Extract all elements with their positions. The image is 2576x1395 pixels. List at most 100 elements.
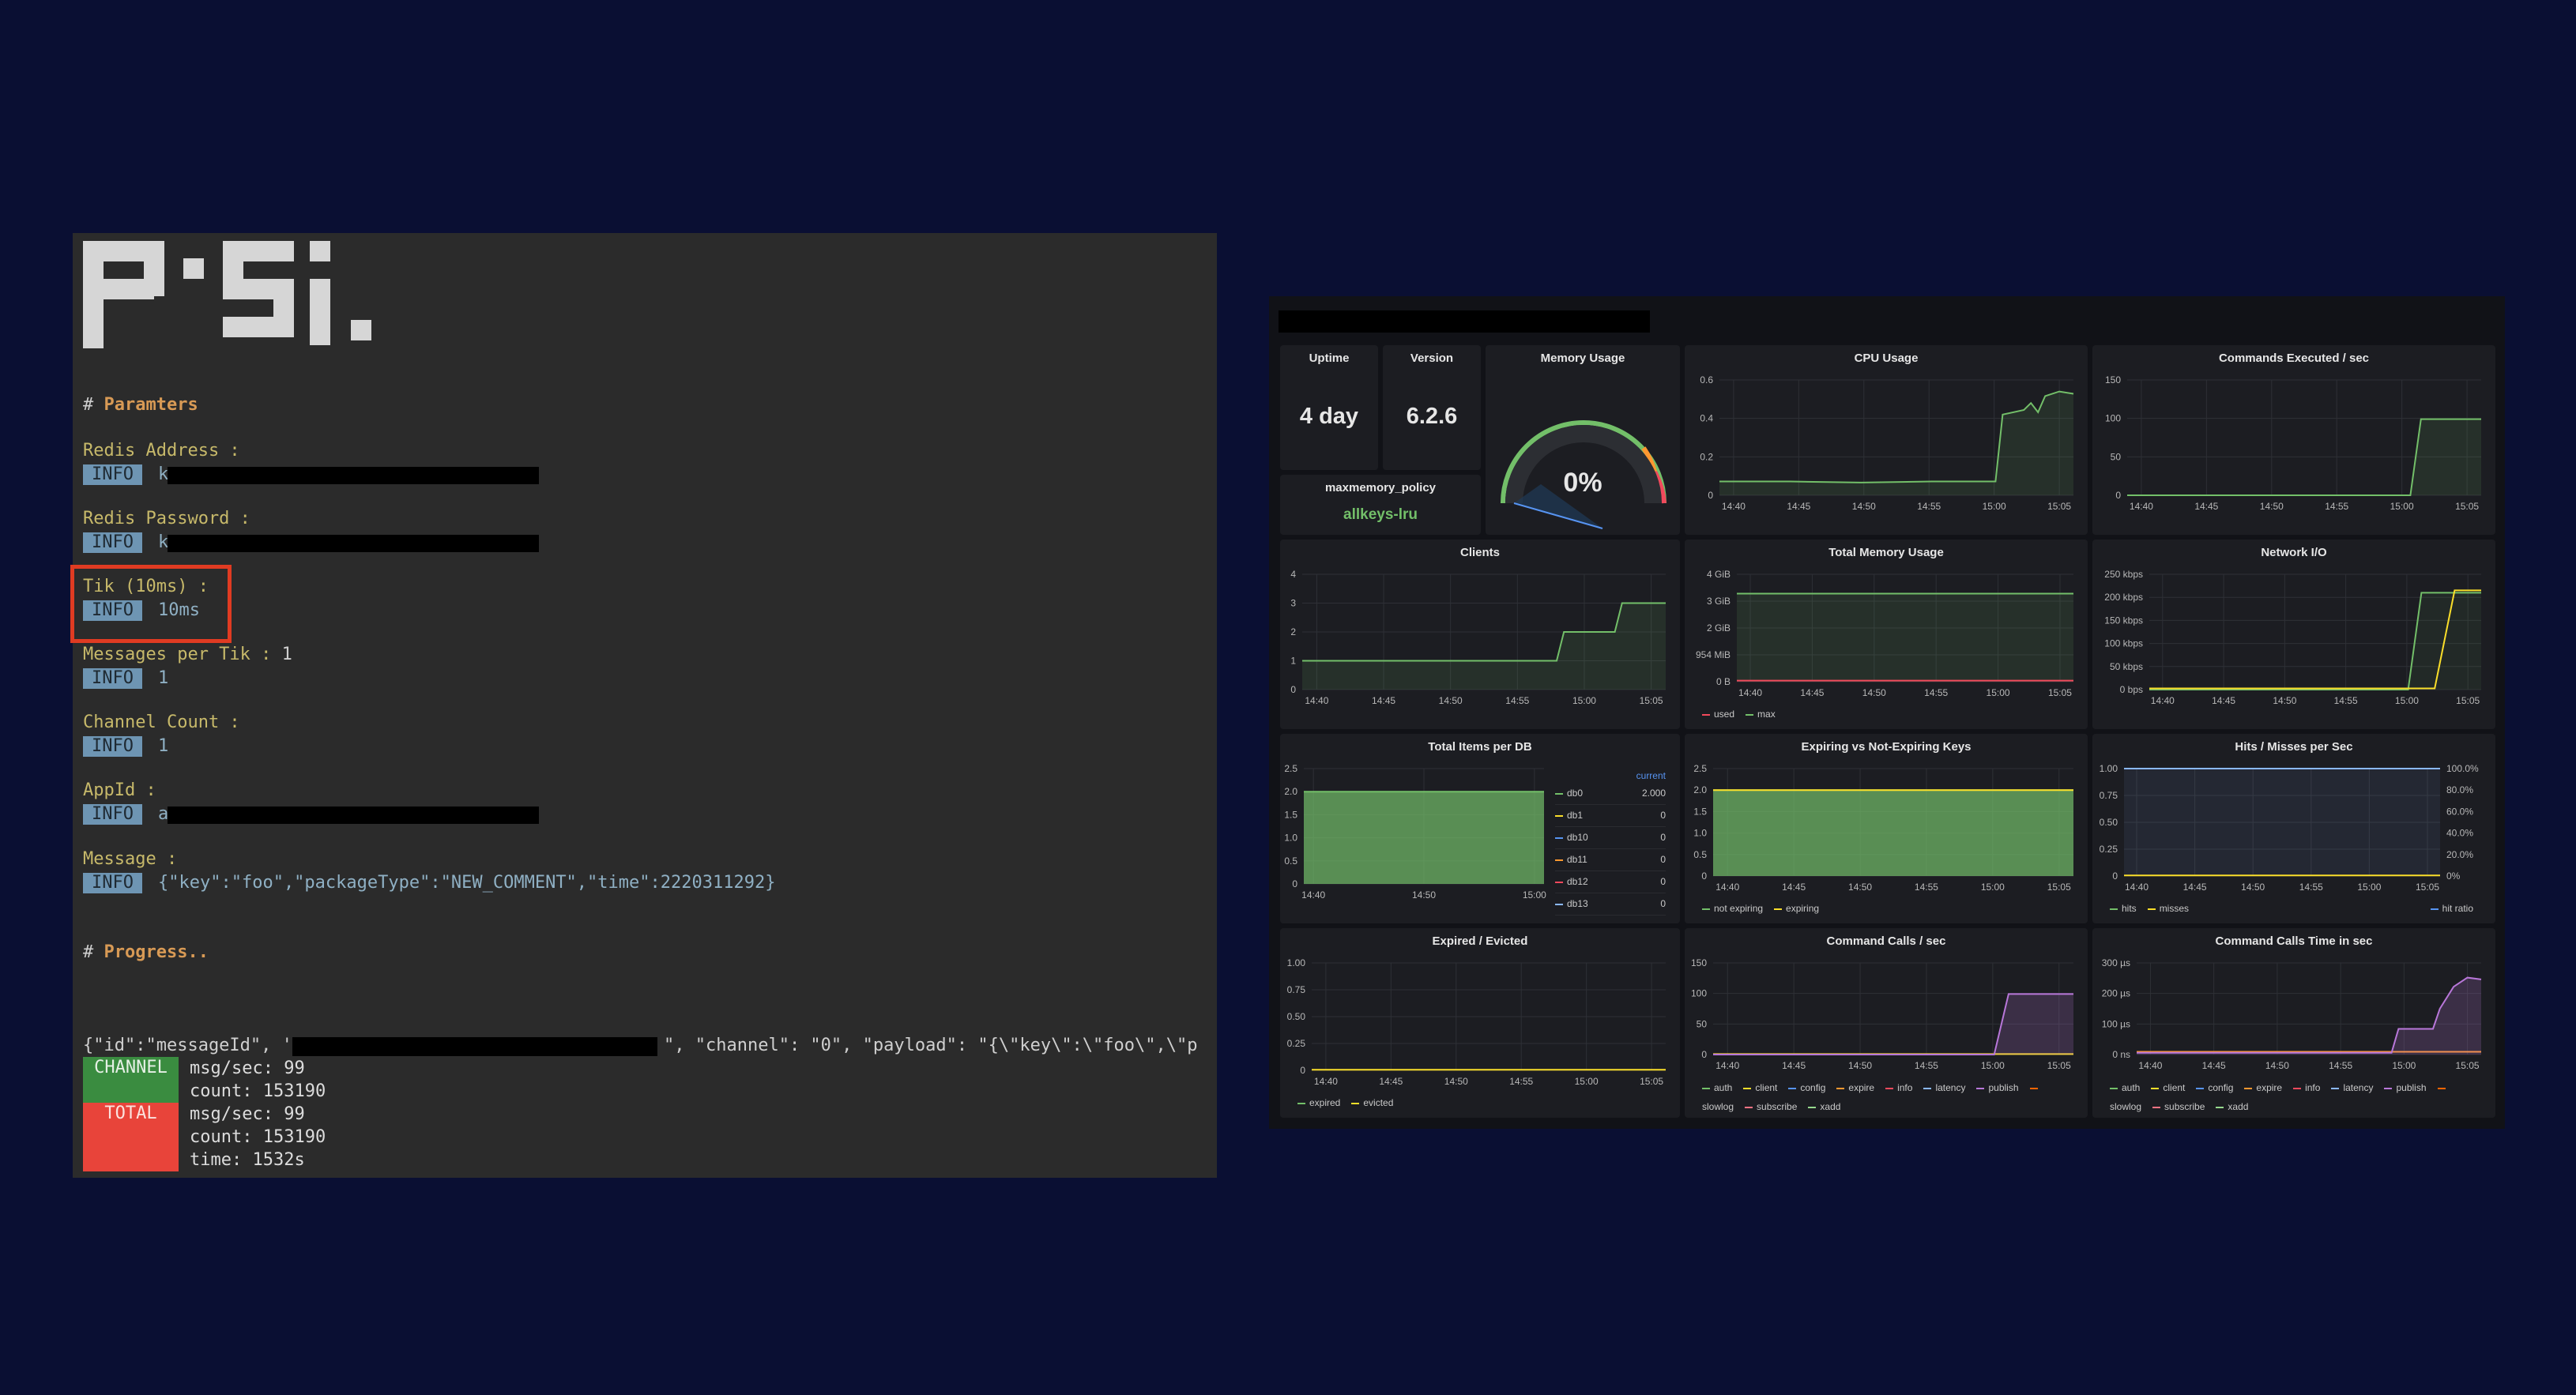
x-tick-label: 14:45 — [1372, 695, 1395, 706]
x-tick-label: 15:00 — [1981, 1060, 2005, 1071]
y-tick-label: 200 kbps — [2104, 592, 2143, 603]
y-tick-label: 4 — [1290, 569, 1296, 580]
db-name: db10 — [1567, 832, 1588, 843]
legend-auth[interactable]: auth — [2110, 1082, 2140, 1093]
commands-executed-panel[interactable]: Commands Executed / sec 150 100 50 0 14:40 14:… — [2092, 345, 2495, 535]
x-tick-label: 14:40 — [1314, 1076, 1338, 1087]
legend-expired[interactable]: expired — [1297, 1097, 1340, 1108]
legend-max[interactable]: max — [1746, 709, 1776, 720]
legend-auth[interactable]: auth — [1702, 1082, 1732, 1093]
legend-expire[interactable]: expire — [1836, 1082, 1874, 1093]
db-legend-row[interactable]: db1 0 — [1555, 805, 1666, 827]
y-tick-label: 0 bps — [2120, 684, 2143, 695]
x-tick-label: 14:40 — [2138, 1060, 2162, 1071]
command-calls-panel[interactable]: Command Calls / sec 150 100 50 0 14:40 14:45 14… — [1685, 928, 2088, 1118]
x-tick-label: 15:00 — [1983, 501, 2006, 512]
legend-latency[interactable]: latency — [1923, 1082, 1965, 1093]
redacted-block — [168, 535, 539, 552]
x-tick-label: 15:05 — [2456, 695, 2480, 706]
uptime-panel[interactable]: Uptime 4 day — [1280, 345, 1378, 470]
hit-ratio-legend[interactable]: hit ratio — [2430, 903, 2484, 914]
legend-info[interactable]: info — [2293, 1082, 2320, 1093]
x-tick-label: 14:40 — [1722, 501, 1746, 512]
y-tick-label: 100 kbps — [2104, 638, 2143, 649]
hits-misses-panel[interactable]: Hits / Misses per Sec 1.00 0.75 0.50 0.25 0 10… — [2092, 734, 2495, 923]
maxmemory-value: allkeys-lru — [1343, 506, 1418, 523]
db-legend-row[interactable]: db11 0 — [1555, 849, 1666, 871]
x-tick-label: 14:40 — [1715, 882, 1739, 893]
legend-publish[interactable]: publish — [1976, 1082, 2019, 1093]
x-tick-label: 14:55 — [1917, 501, 1941, 512]
total-badge: TOTAL — [83, 1103, 179, 1171]
legend-client[interactable]: client — [2151, 1082, 2185, 1093]
grafana-dashboard: Uptime 4 day Version 6.2.6 maxmemory_pol… — [1269, 296, 2505, 1129]
log-line-prefix: {"id":"messageId", ' — [83, 1036, 292, 1055]
y-tick-label: 0 ns — [2112, 1049, 2130, 1060]
x-tick-label: 14:45 — [1379, 1076, 1403, 1087]
graph-area: 2.5 2.0 1.5 1.0 0.5 0 14:40 14:45 14:50 14:55 15:0… — [1693, 763, 2073, 893]
legend-misses[interactable]: misses — [2147, 903, 2189, 914]
progress-heading: # Progress.. — [83, 942, 209, 963]
db-legend-row[interactable]: db0 2.000 — [1555, 783, 1666, 805]
x-tick-label: 14:45 — [2194, 501, 2218, 512]
x-tick-label: 15:05 — [2416, 882, 2439, 893]
db-legend-row[interactable]: db13 0 — [1555, 893, 1666, 916]
y-tick-label: 50 — [2111, 451, 2122, 462]
total-memory-panel[interactable]: Total Memory Usage 4 GiB 3 GiB 2 GiB 954 MiB… — [1685, 540, 2088, 729]
db-value: 0 — [1660, 854, 1666, 865]
memory-usage-panel[interactable]: Memory Usage 0% — [1486, 345, 1680, 535]
y-tick-label: 1.00 — [2100, 763, 2118, 774]
y-tick-label: 954 MiB — [1696, 649, 1731, 660]
legend-subscribe[interactable]: subscribe — [1745, 1101, 1797, 1112]
legend-latency[interactable]: latency — [2331, 1082, 2373, 1093]
x-tick-label: 14:55 — [2329, 1060, 2352, 1071]
legend-hits[interactable]: hits — [2110, 903, 2137, 914]
x-tick-label: 15:05 — [1640, 695, 1663, 706]
memory-gauge — [1501, 420, 1666, 529]
network-io-panel[interactable]: Network I/O 250 kbps 200 kbps 150 kbps 100 k… — [2092, 540, 2495, 729]
y-tick-label: 100 µs — [2102, 1018, 2130, 1029]
maxmemory-panel[interactable]: maxmemory_policy allkeys-lru — [1280, 475, 1481, 535]
x-tick-label: 14:50 — [2260, 501, 2284, 512]
expiring-keys-panel[interactable]: Expiring vs Not-Expiring Keys 2.5 2.0 1.5 1.… — [1685, 734, 2088, 923]
x-tick-label: 15:05 — [2047, 501, 2071, 512]
legend-xadd[interactable]: xadd — [1808, 1101, 1840, 1112]
legend-used[interactable]: used — [1702, 709, 1734, 720]
channel-badge: CHANNEL — [83, 1057, 179, 1103]
memory-usage-value: 0% — [1563, 468, 1602, 498]
legend-config[interactable]: config — [2196, 1082, 2233, 1093]
x-tick-label: 14:50 — [2241, 882, 2265, 893]
legend-info[interactable]: info — [1885, 1082, 1912, 1093]
legend-subscribe[interactable]: subscribe — [2152, 1101, 2205, 1112]
legend-expiring[interactable]: expiring — [1774, 903, 1819, 914]
version-panel[interactable]: Version 6.2.6 — [1383, 345, 1481, 470]
x-tick-label: 14:40 — [2125, 882, 2149, 893]
legend-evicted[interactable]: evicted — [1351, 1097, 1393, 1108]
y-tick-label: 0 — [2112, 870, 2118, 882]
x-tick-label: 15:00 — [1575, 1076, 1599, 1087]
legend-expire[interactable]: expire — [2244, 1082, 2282, 1093]
x-tick-label: 14:45 — [1782, 1060, 1806, 1071]
expired-evicted-panel[interactable]: Expired / Evicted 1.00 0.75 0.50 0.25 0 14:40 1… — [1280, 928, 1680, 1118]
graph-area: 0.6 0.4 0.2 0 14:40 14:45 14:50 14:55 15:00 15:05 — [1700, 374, 2074, 512]
y-tick-label: 3 — [1290, 598, 1296, 609]
command-calls-time-panel[interactable]: Command Calls Time in sec 300 µs 200 µs 100… — [2092, 928, 2495, 1118]
clients-panel[interactable]: Clients 4 3 2 1 0 14:40 14:45 14:50 14:55 15:00 15:… — [1280, 540, 1680, 729]
command-calls-time-legend: auth client config expire info latency publish… — [2110, 1078, 2481, 1116]
cpu-usage-panel[interactable]: CPU Usage 0.6 0.4 0.2 0 14:40 14:45 14:50 14:55 1… — [1685, 345, 2088, 535]
logo-block — [351, 320, 371, 340]
legend-publish[interactable]: publish — [2384, 1082, 2427, 1093]
message-value: {"key":"foo","packageType":"NEW_COMMENT"… — [158, 873, 776, 893]
x-tick-label: 14:55 — [1915, 882, 1938, 893]
messages-per-tik-line: Messages per Tik : 1 — [83, 645, 292, 665]
db-legend-row[interactable]: db12 0 — [1555, 871, 1666, 893]
legend-config[interactable]: config — [1788, 1082, 1825, 1093]
x-tick-label: 15:00 — [2357, 882, 2381, 893]
db-value: 0 — [1660, 810, 1666, 821]
x-tick-label: 15:00 — [1987, 687, 2010, 698]
legend-xadd[interactable]: xadd — [2216, 1101, 2248, 1112]
db-legend-row[interactable]: db10 0 — [1555, 827, 1666, 849]
legend-client[interactable]: client — [1743, 1082, 1777, 1093]
legend-not-expiring[interactable]: not expiring — [1702, 903, 1763, 914]
items-per-db-panel[interactable]: Total Items per DB 2.5 2.0 1.5 1.0 0.5 0 14:40 1… — [1280, 734, 1680, 923]
